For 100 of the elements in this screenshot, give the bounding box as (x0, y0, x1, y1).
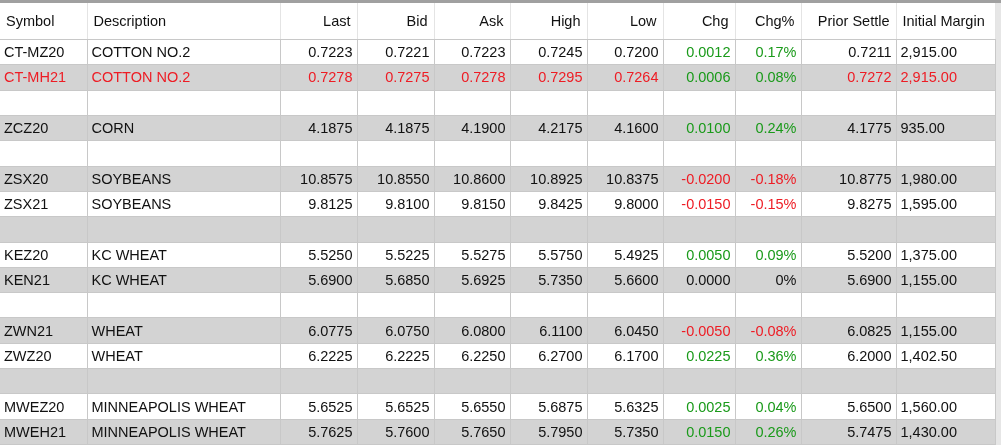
table-cell: 1,155.00 (896, 267, 995, 293)
table-cell: KC WHEAT (87, 242, 280, 268)
table-cell: 0.7272 (801, 64, 896, 91)
table-cell: KC WHEAT (87, 267, 280, 293)
table-cell: MINNEAPOLIS WHEAT (87, 419, 280, 445)
column-header[interactable]: Ask (434, 3, 510, 40)
table-cell: 10.8375 (587, 166, 663, 192)
column-header[interactable]: Prior Settle (801, 3, 896, 40)
table-cell: ZSX20 (0, 166, 87, 192)
table-cell: 5.7350 (587, 419, 663, 445)
table-cell: 6.0800 (434, 317, 510, 344)
table-cell: 5.5200 (801, 242, 896, 268)
table-cell: ZCZ20 (0, 115, 87, 141)
table-cell: 1,430.00 (896, 419, 995, 445)
table-cell: 9.8275 (801, 191, 896, 217)
table-cell: 1,402.50 (896, 343, 995, 369)
table-cell: 4.1875 (357, 115, 434, 141)
column-header[interactable]: Description (87, 3, 280, 40)
table-cell: 0.7264 (587, 64, 663, 91)
column-header[interactable]: Bid (357, 3, 434, 40)
table-cell: 9.8125 (280, 191, 357, 217)
table-cell: 5.7650 (434, 419, 510, 445)
table-cell: 10.8775 (801, 166, 896, 192)
table-cell: 1,560.00 (896, 393, 995, 420)
table-cell: 5.6600 (587, 267, 663, 293)
table-cell: 5.6325 (587, 393, 663, 420)
table-cell: 5.6525 (280, 393, 357, 420)
table-cell: ZWZ20 (0, 343, 87, 369)
table-cell: 0.7221 (357, 39, 434, 65)
table-cell: 5.6500 (801, 393, 896, 420)
table-cell: 6.2225 (357, 343, 434, 369)
table-cell: MINNEAPOLIS WHEAT (87, 393, 280, 420)
table-cell: 935.00 (896, 115, 995, 141)
table-cell: 5.6875 (510, 393, 587, 420)
table-cell: 5.5275 (434, 242, 510, 268)
table-cell: 5.7950 (510, 419, 587, 445)
column-header[interactable]: Chg% (735, 3, 801, 40)
table-cell: 0.7211 (801, 39, 896, 65)
table-cell: 5.6525 (357, 393, 434, 420)
table-cell: 1,375.00 (896, 242, 995, 268)
column-header[interactable]: Chg (663, 3, 735, 40)
table-cell: 5.6850 (357, 267, 434, 293)
table-cell: ZSX21 (0, 191, 87, 217)
table-cell: 6.2000 (801, 343, 896, 369)
table-cell: CORN (87, 115, 280, 141)
table-cell: 2,915.00 (896, 64, 995, 91)
table-cell: 1,980.00 (896, 166, 995, 192)
table-cell: 4.1775 (801, 115, 896, 141)
table-cell: COTTON NO.2 (87, 39, 280, 65)
column-header[interactable]: Low (587, 3, 663, 40)
table-cell: 6.0750 (357, 317, 434, 344)
table-cell: 4.1875 (280, 115, 357, 141)
table-cell: SOYBEANS (87, 191, 280, 217)
table-cell: 5.6550 (434, 393, 510, 420)
table-cell: 10.8925 (510, 166, 587, 192)
table-cell: 5.5750 (510, 242, 587, 268)
table-cell: 9.8000 (587, 191, 663, 217)
column-header[interactable]: Symbol (0, 3, 87, 40)
table-cell: 1,155.00 (896, 317, 995, 344)
table-cell: 0.7278 (280, 64, 357, 91)
table-cell: 5.7350 (510, 267, 587, 293)
table-cell: 1,595.00 (896, 191, 995, 217)
column-header[interactable]: Initial Margin (896, 3, 995, 40)
table-cell: WHEAT (87, 317, 280, 344)
table-cell: MWEZ20 (0, 393, 87, 420)
table-cell: 0.7275 (357, 64, 434, 91)
table-cell: COTTON NO.2 (87, 64, 280, 91)
table-cell: CT-MH21 (0, 64, 87, 91)
table-cell: 6.0450 (587, 317, 663, 344)
table-cell: 5.7475 (801, 419, 896, 445)
table-cell: 5.5225 (357, 242, 434, 268)
table-cell: 0.7245 (510, 39, 587, 65)
table-cell: 5.6900 (801, 267, 896, 293)
table-cell: 0.7223 (434, 39, 510, 65)
table-cell: 9.8425 (510, 191, 587, 217)
table-cell: 4.1900 (434, 115, 510, 141)
table-cell: 6.1700 (587, 343, 663, 369)
table-cell: 5.7625 (280, 419, 357, 445)
table-cell: KEZ20 (0, 242, 87, 268)
table-cell: 5.7600 (357, 419, 434, 445)
table-cell: 4.2175 (510, 115, 587, 141)
table-cell: CT-MZ20 (0, 39, 87, 65)
table-cell: 5.4925 (587, 242, 663, 268)
table-cell: 10.8550 (357, 166, 434, 192)
table-cell: 6.1100 (510, 317, 587, 344)
table-cell: 6.0825 (801, 317, 896, 344)
table-cell: 6.2225 (280, 343, 357, 369)
table-cell: 6.2250 (434, 343, 510, 369)
column-header[interactable]: High (510, 3, 587, 40)
table-cell: WHEAT (87, 343, 280, 369)
table-cell: 0.7223 (280, 39, 357, 65)
table-cell: SOYBEANS (87, 166, 280, 192)
column-header[interactable]: Last (280, 3, 357, 40)
table-cell: 10.8575 (280, 166, 357, 192)
table-cell: MWEH21 (0, 419, 87, 445)
table-cell: 0.7278 (434, 64, 510, 91)
table-cell: 5.6925 (434, 267, 510, 293)
table-cell: 5.6900 (280, 267, 357, 293)
table-cell: KEN21 (0, 267, 87, 293)
table-cell: 4.1600 (587, 115, 663, 141)
